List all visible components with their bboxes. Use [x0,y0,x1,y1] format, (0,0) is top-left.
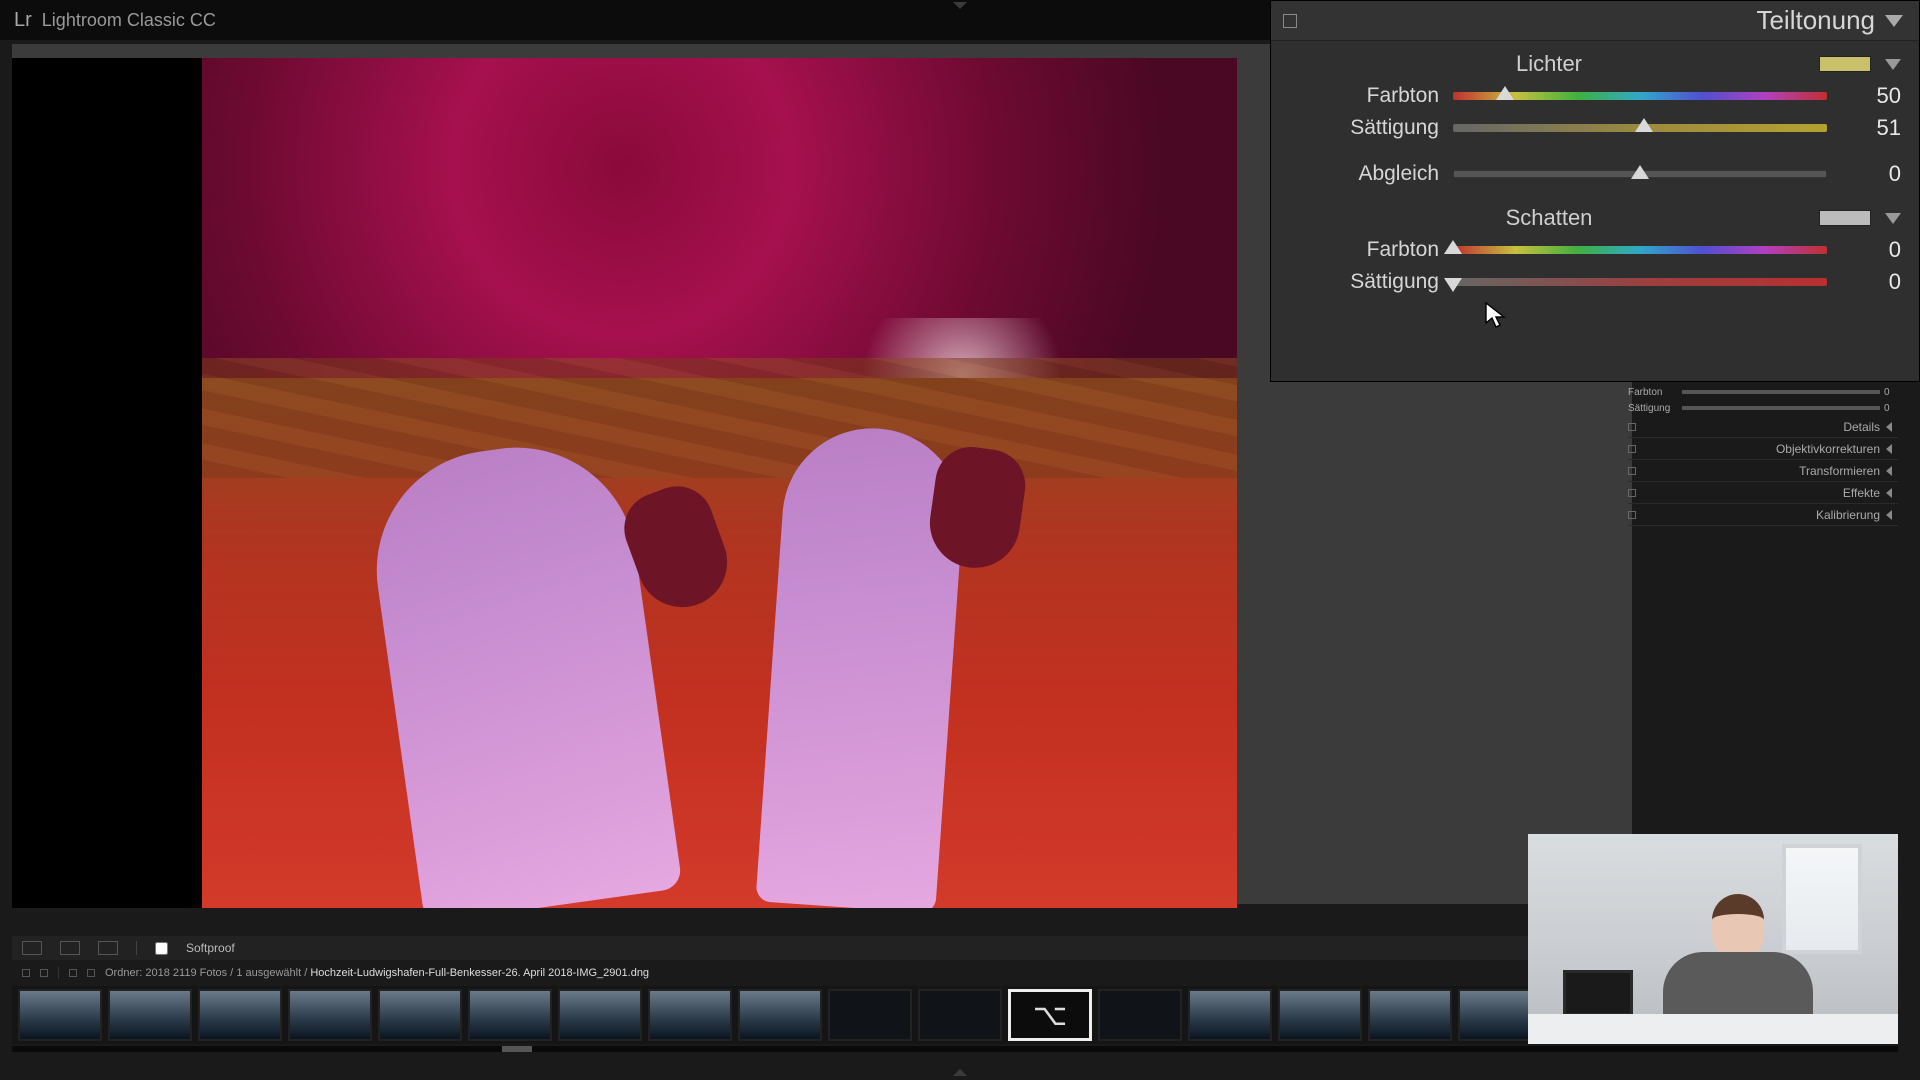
selected-count: 1 ausgewählt / [236,967,307,979]
shadows-hue-value[interactable]: 0 [1841,237,1901,263]
filmstrip-thumb[interactable] [738,989,822,1041]
balance-slider[interactable] [1453,170,1827,178]
shadows-hue-label: Farbton [1289,238,1439,262]
chevron-down-icon[interactable] [1885,213,1901,224]
panel-header[interactable]: Teiltonung [1271,1,1919,41]
collapsed-panel-details[interactable]: Details [1628,416,1898,438]
highlights-hue-label: Farbton [1289,84,1439,108]
view-mode-compare-icon[interactable] [60,941,80,955]
app-name: Lightroom Classic CC [42,10,216,31]
filmstrip-thumb[interactable]: ⌥ [1008,989,1092,1041]
slider-thumb-icon[interactable] [1444,278,1462,292]
collapsed-panel-kalibrierung[interactable]: Kalibrierung [1628,504,1898,526]
highlights-hue-value[interactable]: 50 [1841,83,1901,109]
slider-thumb-icon[interactable] [1496,86,1514,100]
highlights-swatch[interactable] [1819,56,1871,72]
mini-sat-label: Sättigung [1628,403,1678,414]
logo-mark: Lr [14,9,32,32]
edited-photo [12,58,1237,908]
mini-hue-value[interactable]: 0 [1884,387,1898,398]
filmstrip-thumb[interactable] [1188,989,1272,1041]
mini-hue-label: Farbton [1628,387,1678,398]
split-toning-panel: Teiltonung Lichter Farbton 50 Sättigung [1270,0,1920,382]
balance-value[interactable]: 0 [1841,161,1901,187]
nav-prev-icon[interactable] [69,969,77,977]
shadows-swatch[interactable] [1819,210,1871,226]
view-mode-single-icon[interactable] [22,941,42,955]
slider-thumb-icon[interactable] [1635,118,1653,132]
panel-toggle-icon[interactable] [1283,14,1297,28]
folder-key: Ordner: [105,967,142,979]
collapse-bottom-icon[interactable] [953,1069,967,1076]
slider-thumb-icon[interactable] [1444,240,1462,254]
highlights-sat-value[interactable]: 51 [1841,115,1901,141]
filmstrip-thumb[interactable] [1098,989,1182,1041]
chevron-down-icon[interactable] [1885,59,1901,70]
photo-viewport[interactable] [12,44,1252,904]
collapse-top-icon[interactable] [953,2,967,9]
shadows-sat-slider[interactable] [1453,278,1827,286]
filmstrip-thumb[interactable] [288,989,372,1041]
secondary-display-icon[interactable] [40,969,48,977]
balance-label: Abgleich [1289,162,1439,186]
shadows-sat-value[interactable]: 0 [1841,269,1901,295]
chevron-down-icon[interactable] [1885,15,1903,27]
scrollbar-handle[interactable] [502,1046,532,1052]
filmstrip-thumb[interactable] [918,989,1002,1041]
view-mode-survey-icon[interactable] [98,941,118,955]
highlights-sat-label: Sättigung [1289,116,1439,140]
collapsed-panel-objektivkorrekturen[interactable]: Objektivkorrekturen [1628,438,1898,460]
cursor-icon [1484,301,1506,329]
slider-thumb-icon[interactable] [1631,165,1649,179]
webcam-overlay [1528,834,1898,1044]
shadows-sat-label: Sättigung [1289,270,1439,294]
highlights-hue-slider[interactable] [1453,92,1827,100]
mini-hue-slider[interactable] [1682,390,1880,394]
grid-icon[interactable] [22,969,30,977]
develop-panel-list: Farbton 0 Sättigung 0 DetailsObjektivkor… [1628,384,1898,526]
highlights-sat-slider[interactable] [1453,124,1827,132]
filmstrip-thumb[interactable] [18,989,102,1041]
app-logo: Lr Lightroom Classic CC [14,9,216,32]
photo-count: 2119 Fotos / [173,967,233,979]
mini-sat-value[interactable]: 0 [1884,403,1898,414]
filmstrip-thumb[interactable] [108,989,192,1041]
mini-sat-slider[interactable] [1682,406,1880,410]
shadows-hue-slider[interactable] [1453,246,1827,254]
filmstrip-thumb[interactable] [1368,989,1452,1041]
shadows-heading: Schatten [1289,205,1809,231]
filmstrip-thumb[interactable] [648,989,732,1041]
folder-name[interactable]: 2018 [145,967,169,979]
panel-title: Teiltonung [1756,5,1875,36]
file-name: Hochzeit-Ludwigshafen-Full-Benkesser-26.… [310,967,649,979]
nav-next-icon[interactable] [87,969,95,977]
filmstrip-thumb[interactable] [468,989,552,1041]
filmstrip-thumb[interactable] [198,989,282,1041]
collapsed-panel-effekte[interactable]: Effekte [1628,482,1898,504]
softproof-label: Softproof [186,941,235,955]
filmstrip-thumb[interactable] [558,989,642,1041]
collapsed-panel-transformieren[interactable]: Transformieren [1628,460,1898,482]
filmstrip-scrollbar[interactable] [12,1046,1898,1052]
filmstrip-thumb[interactable] [828,989,912,1041]
filmstrip-thumb[interactable] [1278,989,1362,1041]
softproof-checkbox[interactable] [155,942,168,955]
filmstrip-thumb[interactable] [378,989,462,1041]
highlights-heading: Lichter [1289,51,1809,77]
breadcrumb: Ordner: 2018 2119 Fotos / 1 ausgewählt /… [105,967,649,979]
